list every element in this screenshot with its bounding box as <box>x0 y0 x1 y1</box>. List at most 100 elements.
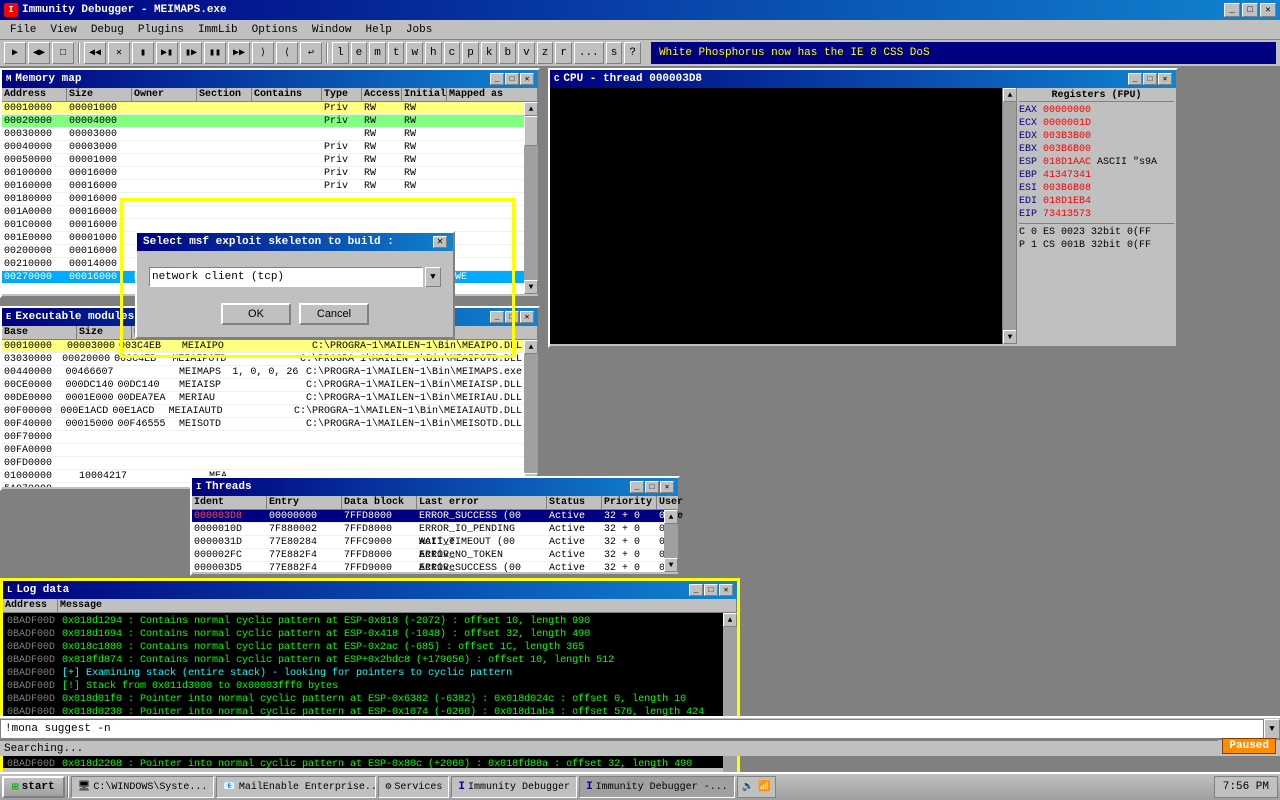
table-row[interactable]: 000003D8 00000000 7FFD8000 ERROR_SUCCESS… <box>192 510 664 523</box>
toolbar-l[interactable]: l <box>332 42 349 64</box>
taskbar-item-services[interactable]: ⚙ Services <box>378 776 449 798</box>
toolbar-s[interactable]: s <box>606 42 623 64</box>
cpu-restore[interactable]: □ <box>1143 73 1157 85</box>
exe-close[interactable]: ✕ <box>520 311 534 323</box>
cpu-scroll-down[interactable]: ▼ <box>1003 330 1017 344</box>
memory-map-minimize[interactable]: _ <box>490 73 504 85</box>
menu-window[interactable]: Window <box>306 22 358 38</box>
cpu-disasm[interactable] <box>550 88 1002 344</box>
table-row[interactable]: 0000010D 7F880002 7FFD8000 ERROR_IO_PEND… <box>192 523 664 536</box>
cpu-scroll-up[interactable]: ▲ <box>1003 88 1017 102</box>
menu-plugins[interactable]: Plugins <box>132 22 190 38</box>
toolbar-btn-7[interactable]: ▶▮ <box>156 42 178 64</box>
table-row[interactable]: 00FD0000 <box>2 457 524 470</box>
toolbar-btn-11[interactable]: ⟩ <box>252 42 274 64</box>
toolbar-h[interactable]: h <box>425 42 442 64</box>
taskbar-item-immunity1[interactable]: I Immunity Debugger <box>451 776 577 798</box>
threads-scroll-up[interactable]: ▲ <box>664 510 678 524</box>
exe-scroll-up[interactable]: ▲ <box>524 340 538 354</box>
table-row[interactable]: 00010000 00003000 003C4EB MEIAIPO C:\PRO… <box>2 340 524 353</box>
memory-map-close[interactable]: ✕ <box>520 73 534 85</box>
menu-debug[interactable]: Debug <box>85 22 130 38</box>
table-row[interactable]: 00F70000 <box>2 431 524 444</box>
table-row[interactable]: 00CE0000 000DC140 00DC140 MEIAISP C:\PRO… <box>2 379 524 392</box>
dialog-cancel-button[interactable]: Cancel <box>299 303 369 325</box>
memory-map-scrollbar[interactable]: ▲ ▼ <box>524 102 538 294</box>
table-row[interactable]: 00020000 00004000 Priv RW RW <box>2 115 524 128</box>
toolbar-btn-8[interactable]: ▮▶ <box>180 42 202 64</box>
exe-scrollbar[interactable]: ▲ ▼ <box>524 340 538 487</box>
menu-jobs[interactable]: Jobs <box>400 22 438 38</box>
threads-scroll-down[interactable]: ▼ <box>664 558 678 572</box>
command-dropdown[interactable]: ▼ <box>1264 719 1280 739</box>
table-row[interactable]: 001A0000 00016000 <box>2 206 524 219</box>
menu-view[interactable]: View <box>44 22 82 38</box>
start-button[interactable]: ⊞ start <box>2 776 65 798</box>
close-button[interactable]: ✕ <box>1260 3 1276 17</box>
table-row[interactable]: 00040000 00003000 Priv RW RW <box>2 141 524 154</box>
toolbar-m[interactable]: m <box>369 42 386 64</box>
taskbar-item-cmd[interactable]: 🖥 C:\WINDOWS\Syste... <box>71 776 215 798</box>
toolbar-v[interactable]: v <box>518 42 535 64</box>
toolbar-btn-12[interactable]: ⟨ <box>276 42 298 64</box>
exe-scroll-track[interactable] <box>524 354 538 473</box>
table-row[interactable]: 00DE0000 0001E000 00DEA7EA MERIAU C:\PRO… <box>2 392 524 405</box>
table-row[interactable]: 00050000 00001000 Priv RW RW <box>2 154 524 167</box>
table-row[interactable]: 00440000 00466607 MEIMAPS 1, 0, 0, 26 C:… <box>2 366 524 379</box>
toolbar-btn-5[interactable]: ✕ <box>108 42 130 64</box>
menu-options[interactable]: Options <box>246 22 304 38</box>
toolbar-btn-1[interactable]: ▶ <box>4 42 26 64</box>
threads-restore[interactable]: □ <box>645 481 659 493</box>
toolbar-btn-2[interactable]: ◀▶ <box>28 42 50 64</box>
menu-file[interactable]: File <box>4 22 42 38</box>
minimize-button[interactable]: _ <box>1224 3 1240 17</box>
table-row[interactable]: 00F40000 00015000 00F46555 MEISOTD C:\PR… <box>2 418 524 431</box>
taskbar-item-mailenable[interactable]: 📧 MailEnable Enterprise... <box>216 776 376 798</box>
dialog-ok-button[interactable]: OK <box>221 303 291 325</box>
scroll-up[interactable]: ▲ <box>524 102 538 116</box>
scroll-down[interactable]: ▼ <box>524 280 538 294</box>
log-close[interactable]: ✕ <box>719 584 733 596</box>
table-row[interactable]: 00100000 00016000 Priv RW RW <box>2 167 524 180</box>
threads-minimize[interactable]: _ <box>630 481 644 493</box>
threads-close[interactable]: ✕ <box>660 481 674 493</box>
toolbar-btn-3[interactable]: □ <box>52 42 74 64</box>
exploit-type-select[interactable] <box>149 267 423 287</box>
table-row[interactable]: 00030000 00003000 RW RW <box>2 128 524 141</box>
toolbar-btn-4[interactable]: ◀◀ <box>84 42 106 64</box>
exe-restore[interactable]: □ <box>505 311 519 323</box>
log-restore[interactable]: □ <box>704 584 718 596</box>
toolbar-ellipsis[interactable]: ... <box>574 42 604 64</box>
menu-immlib[interactable]: ImmLib <box>192 22 244 38</box>
cpu-close[interactable]: ✕ <box>1158 73 1172 85</box>
table-row[interactable]: 000003D5 77E882F4 7FFD9000 ERROR_SUCCESS… <box>192 562 664 572</box>
exe-minimize[interactable]: _ <box>490 311 504 323</box>
toolbar-b[interactable]: b <box>499 42 516 64</box>
taskbar-item-immunity2[interactable]: I Immunity Debugger -... <box>579 776 735 798</box>
table-row[interactable]: 0000031D 77E80284 7FFC9000 WAIT_TIMEOUT … <box>192 536 664 549</box>
table-row[interactable]: 000002FC 77E882F4 7FFD8000 ERROR_NO_TOKE… <box>192 549 664 562</box>
toolbar-btn-10[interactable]: ▶▶ <box>228 42 250 64</box>
scroll-track[interactable] <box>524 116 538 280</box>
cpu-scroll-track[interactable] <box>1003 102 1016 330</box>
toolbar-t[interactable]: t <box>388 42 405 64</box>
table-row[interactable]: 00FA0000 <box>2 444 524 457</box>
table-row[interactable]: 00010000 00001000 Priv RW RW <box>2 102 524 115</box>
exploit-type-dropdown[interactable]: ▼ <box>425 267 441 287</box>
cpu-minimize[interactable]: _ <box>1128 73 1142 85</box>
toolbar-r[interactable]: r <box>555 42 572 64</box>
toolbar-c[interactable]: c <box>444 42 461 64</box>
command-input[interactable] <box>0 719 1264 739</box>
toolbar-btn-6[interactable]: ▮ <box>132 42 154 64</box>
threads-scroll-track[interactable] <box>664 524 678 558</box>
table-row[interactable]: 00F00000 000E1ACD 00E1ACD MEIAIAUTD C:\P… <box>2 405 524 418</box>
toolbar-btn-9[interactable]: ▮▮ <box>204 42 226 64</box>
log-scrollbar[interactable]: ▲ ▼ <box>723 613 737 788</box>
toolbar-k[interactable]: k <box>481 42 498 64</box>
table-row[interactable]: 00160000 00016000 Priv RW RW <box>2 180 524 193</box>
log-scroll-up[interactable]: ▲ <box>723 613 737 627</box>
toolbar-btn-13[interactable]: ↩ <box>300 42 322 64</box>
threads-scrollbar[interactable]: ▲ ▼ <box>664 510 678 572</box>
menu-help[interactable]: Help <box>359 22 397 38</box>
table-row[interactable]: 00180000 00016000 <box>2 193 524 206</box>
